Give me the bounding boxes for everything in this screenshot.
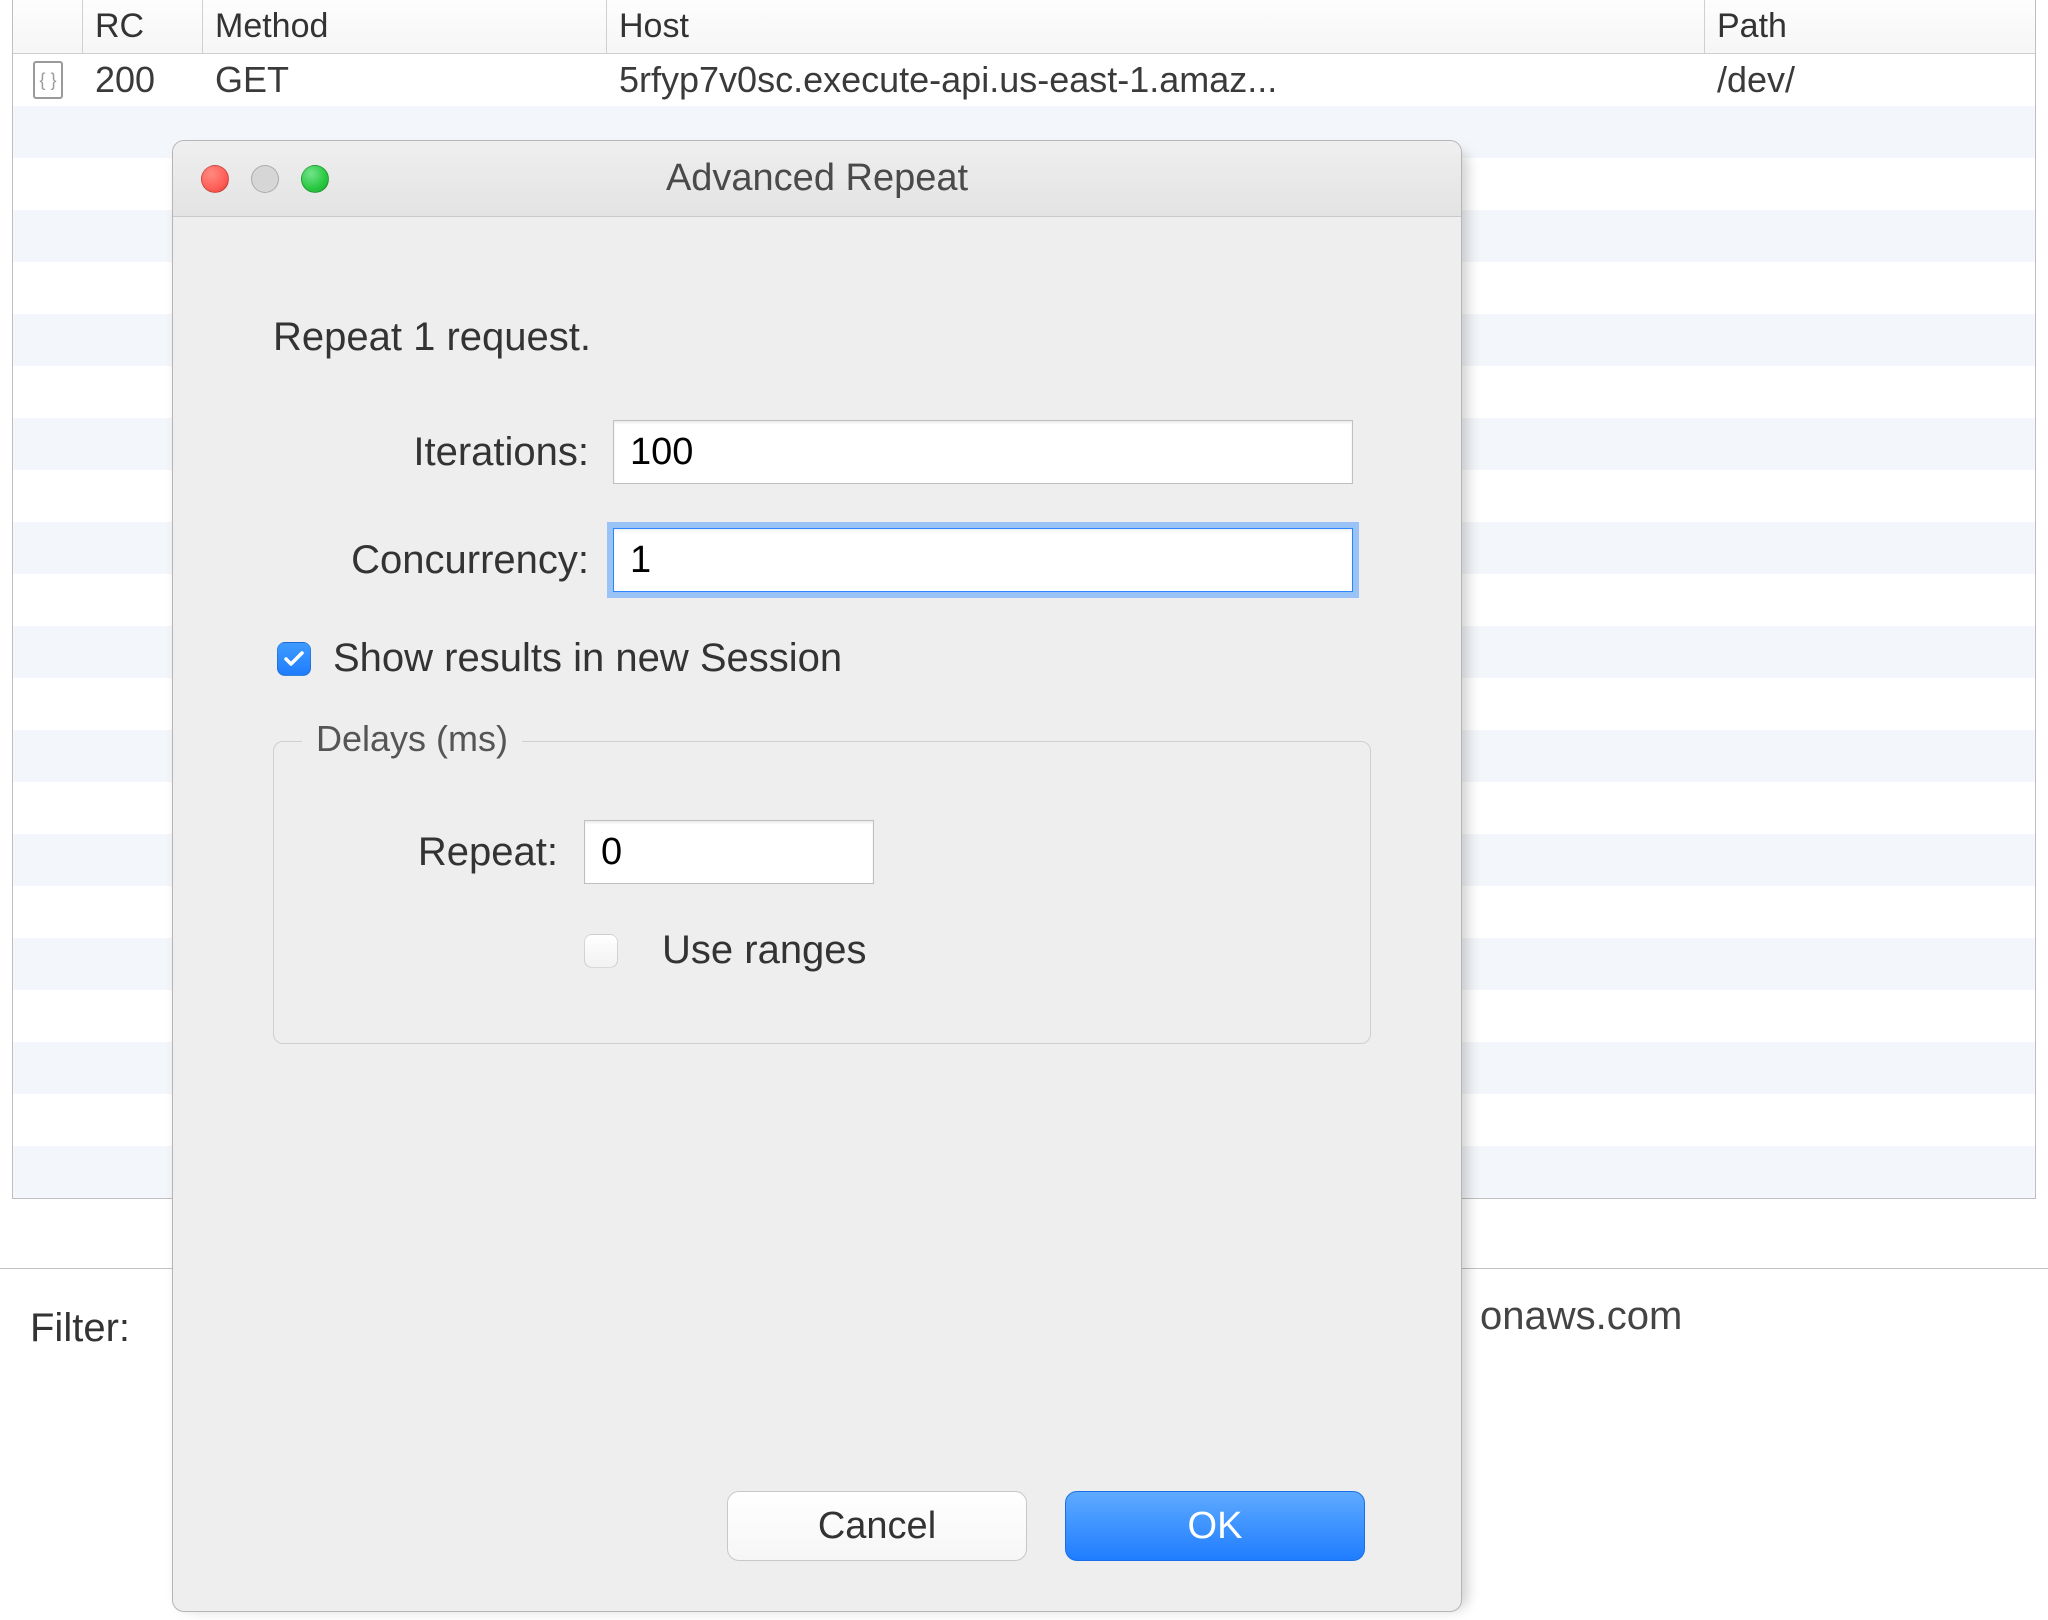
maximize-icon[interactable] <box>301 165 329 193</box>
traffic-lights <box>201 141 329 216</box>
cancel-button[interactable]: Cancel <box>727 1491 1027 1561</box>
repeat-delay-input[interactable] <box>584 820 874 884</box>
use-ranges-label: Use ranges <box>662 928 867 973</box>
repeat-delay-label: Repeat: <box>314 830 584 875</box>
cell-rc: 200 <box>83 54 203 106</box>
iterations-label: Iterations: <box>273 430 613 475</box>
show-results-label: Show results in new Session <box>333 636 842 681</box>
dialog-buttons: Cancel OK <box>727 1491 1365 1561</box>
file-icon: { } <box>33 61 63 99</box>
close-icon[interactable] <box>201 165 229 193</box>
column-header-method[interactable]: Method <box>203 0 607 53</box>
dialog-titlebar[interactable]: Advanced Repeat <box>173 141 1461 217</box>
minimize-icon <box>251 165 279 193</box>
ok-button[interactable]: OK <box>1065 1491 1365 1561</box>
column-header-rc[interactable]: RC <box>83 0 203 53</box>
use-ranges-checkbox[interactable] <box>584 934 618 968</box>
table-header-row: RC Method Host Path <box>13 0 2035 54</box>
table-row[interactable]: { } 200 GET 5rfyp7v0sc.execute-api.us-ea… <box>13 54 2035 106</box>
advanced-repeat-dialog: Advanced Repeat Repeat 1 request. Iterat… <box>172 140 1462 1612</box>
cell-host: 5rfyp7v0sc.execute-api.us-east-1.amaz... <box>607 54 1705 106</box>
delays-legend: Delays (ms) <box>302 718 522 760</box>
dialog-title: Advanced Repeat <box>173 157 1461 200</box>
concurrency-input[interactable] <box>613 528 1353 592</box>
dialog-subtitle: Repeat 1 request. <box>273 315 1371 360</box>
cell-method: GET <box>203 54 607 106</box>
column-header-host[interactable]: Host <box>607 0 1705 53</box>
column-header-path[interactable]: Path <box>1705 0 2035 53</box>
cell-path: /dev/ <box>1705 54 2035 106</box>
filter-value-fragment: onaws.com <box>1480 1294 1682 1339</box>
show-results-checkbox[interactable] <box>277 642 311 676</box>
column-header-icon[interactable] <box>13 0 83 53</box>
concurrency-label: Concurrency: <box>273 538 613 583</box>
filter-label: Filter: <box>30 1306 130 1351</box>
checkmark-icon <box>282 647 306 671</box>
iterations-input[interactable] <box>613 420 1353 484</box>
delays-fieldset: Delays (ms) Repeat: Use ranges <box>273 741 1371 1044</box>
